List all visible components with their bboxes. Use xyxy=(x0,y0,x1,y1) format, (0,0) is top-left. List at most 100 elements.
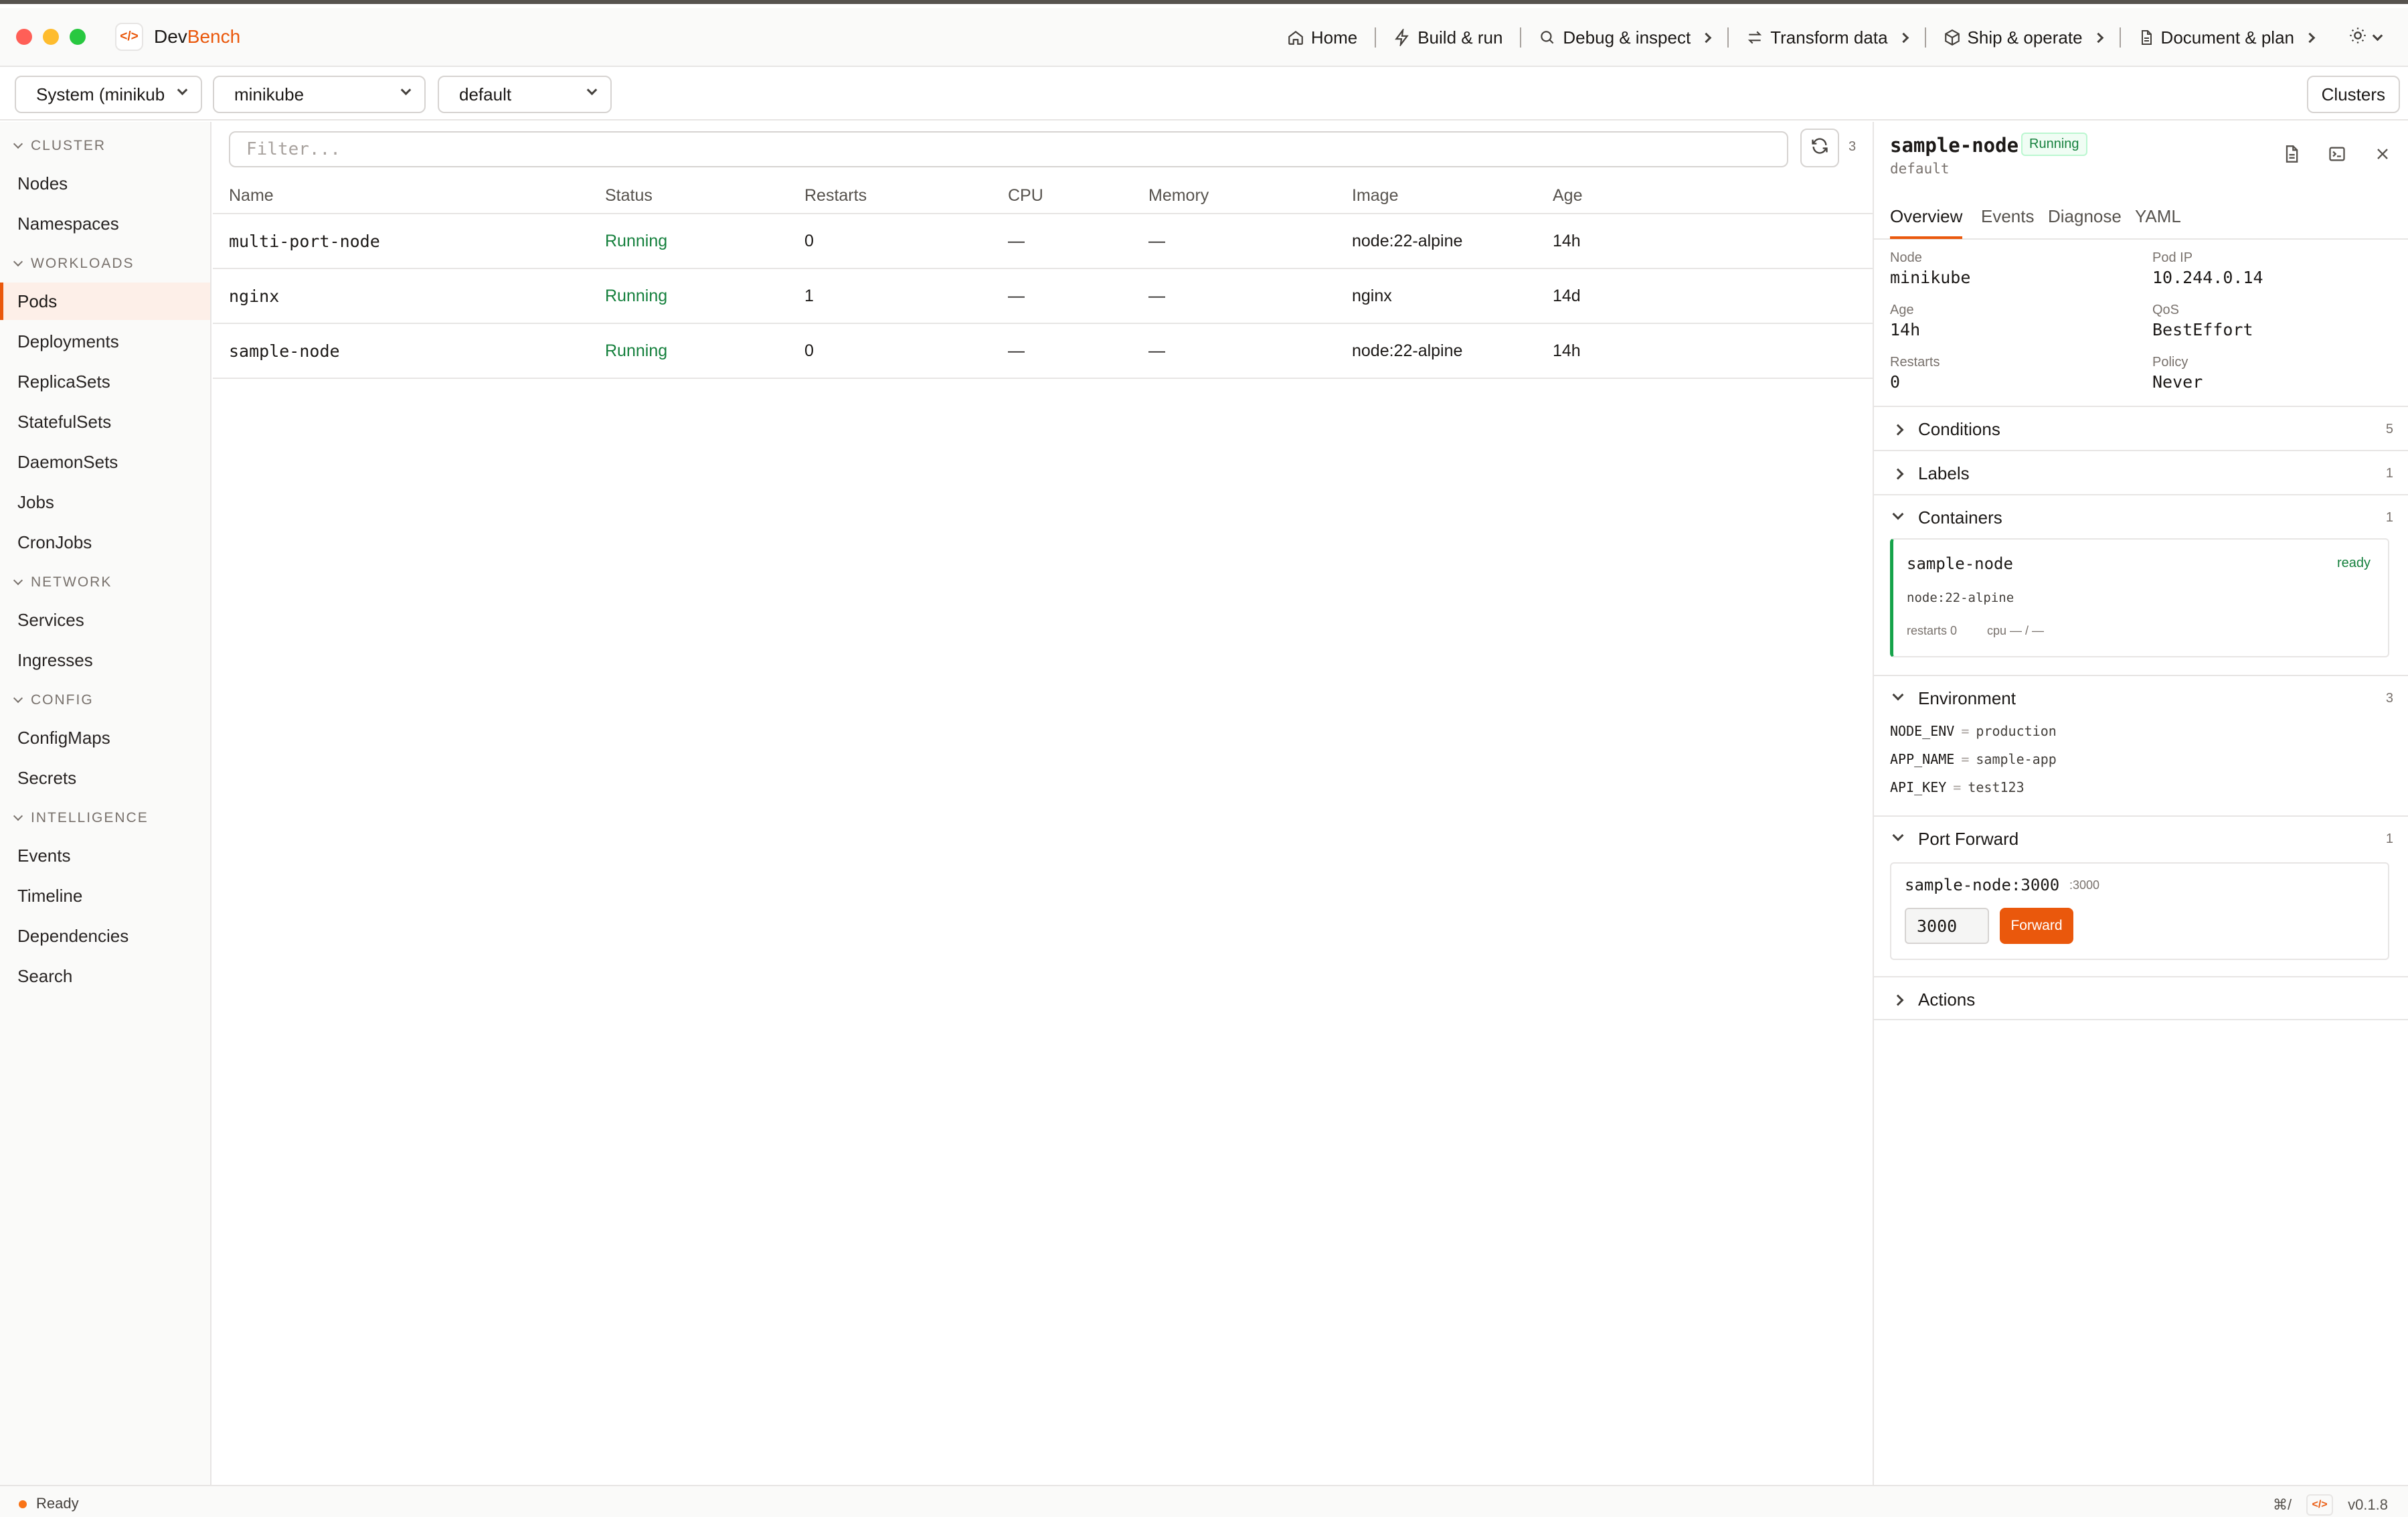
maximize-window-button[interactable] xyxy=(70,29,86,45)
terminal-icon[interactable] xyxy=(2328,145,2346,168)
tab-events[interactable]: Events xyxy=(1981,206,2035,236)
nav-build-run[interactable]: Build & run xyxy=(1376,8,1520,67)
column-header-age[interactable]: Age xyxy=(1553,186,1582,206)
field-restarts: 0 xyxy=(1890,372,1901,392)
title-bar: </> DevBench Home Build & run Debug & in… xyxy=(0,8,2408,67)
nav-home[interactable]: Home xyxy=(1270,8,1375,67)
logs-icon[interactable] xyxy=(2282,145,2301,168)
document-icon xyxy=(2138,29,2154,46)
sidebar-section-network[interactable]: NETWORK xyxy=(13,574,112,590)
sidebar-item-statefulsets[interactable]: StatefulSets xyxy=(0,403,210,441)
home-icon xyxy=(1287,29,1304,46)
section-port-forward[interactable]: Port Forward 1 xyxy=(1874,815,2408,860)
section-actions[interactable]: Actions xyxy=(1874,976,2408,1020)
column-header-memory[interactable]: Memory xyxy=(1148,186,1209,206)
nav-ship-operate[interactable]: Ship & operate xyxy=(1926,8,2120,67)
nav-document-plan-label: Document & plan xyxy=(2160,27,2294,48)
tab-yaml[interactable]: YAML xyxy=(2135,206,2181,236)
sidebar-item-daemonsets[interactable]: DaemonSets xyxy=(0,443,210,481)
sidebar-section-cluster[interactable]: CLUSTER xyxy=(13,138,106,154)
pod-image: nginx xyxy=(1352,287,1392,305)
column-header-restarts[interactable]: Restarts xyxy=(804,186,867,206)
section-environment[interactable]: Environment 3 xyxy=(1874,675,2408,719)
sidebar-item-configmaps[interactable]: ConfigMaps xyxy=(0,719,210,756)
nav-home-label: Home xyxy=(1310,27,1358,48)
section-count: 3 xyxy=(2385,691,2393,706)
sidebar-item-cronjobs[interactable]: CronJobs xyxy=(0,524,210,561)
search-icon xyxy=(1539,29,1556,46)
tab-diagnose[interactable]: Diagnose xyxy=(2048,206,2122,236)
field-label-policy: Policy xyxy=(2152,355,2188,370)
sidebar-item-nodes[interactable]: Nodes xyxy=(0,165,210,202)
chevron-right-icon xyxy=(1892,468,1904,480)
field-node: minikube xyxy=(1890,268,1971,287)
field-label-age: Age xyxy=(1890,303,1914,317)
section-count: 1 xyxy=(2385,831,2393,846)
sidebar-item-services[interactable]: Services xyxy=(0,601,210,639)
pods-list: Filter... 3 Name Status Restarts CPU Mem… xyxy=(213,122,1873,1485)
port-forward-card: sample-node:3000 :3000 3000 Forward xyxy=(1890,862,2389,960)
field-label-node: Node xyxy=(1890,250,1922,265)
sidebar-section-intelligence[interactable]: INTELLIGENCE xyxy=(13,810,149,826)
env-value: test123 xyxy=(1968,779,2025,795)
sidebar-item-pods[interactable]: Pods xyxy=(0,283,210,320)
sidebar-item-namespaces[interactable]: Namespaces xyxy=(0,205,210,242)
minimize-window-button[interactable] xyxy=(43,29,59,45)
sidebar-section-title: INTELLIGENCE xyxy=(31,810,149,825)
app-logo-icon[interactable]: </> xyxy=(2306,1494,2334,1516)
nav-document-plan[interactable]: Document & plan xyxy=(2121,8,2331,67)
chevron-down-icon xyxy=(13,811,23,821)
tab-overview[interactable]: Overview xyxy=(1890,206,1963,239)
env-var: APP_NAME = sample-app xyxy=(1890,751,2057,767)
forward-button[interactable]: Forward xyxy=(2000,908,2073,944)
sidebar-section-config[interactable]: CONFIG xyxy=(13,692,94,708)
section-title: Port Forward xyxy=(1918,829,2019,849)
nav-debug-inspect-label: Debug & inspect xyxy=(1563,27,1691,48)
sidebar-section-workloads[interactable]: WORKLOADS xyxy=(13,256,135,272)
section-containers[interactable]: Containers 1 xyxy=(1874,494,2408,538)
table-row[interactable]: sample-node Running 0 — — node:22-alpine… xyxy=(213,324,1873,379)
clusters-button[interactable]: Clusters xyxy=(2306,76,2400,113)
pod-restarts: 0 xyxy=(804,341,814,360)
pod-name: nginx xyxy=(229,287,280,306)
chevron-down-icon xyxy=(1892,689,1904,701)
sidebar-item-search[interactable]: Search xyxy=(0,957,210,995)
command-shortcut[interactable]: ⌘/ xyxy=(2273,1496,2292,1514)
section-conditions[interactable]: Conditions 5 xyxy=(1874,406,2408,450)
theme-toggle[interactable] xyxy=(2331,8,2383,67)
pod-cpu: — xyxy=(1008,287,1025,305)
pod-age: 14h xyxy=(1553,232,1581,250)
sidebar-item-secrets[interactable]: Secrets xyxy=(0,759,210,797)
sidebar-item-jobs[interactable]: Jobs xyxy=(0,483,210,521)
column-header-status[interactable]: Status xyxy=(605,186,653,206)
column-header-cpu[interactable]: CPU xyxy=(1008,186,1043,206)
context-select[interactable]: System (minikub xyxy=(15,76,202,113)
local-port-input[interactable]: 3000 xyxy=(1905,908,1989,944)
refresh-button[interactable] xyxy=(1800,129,1839,167)
nav-debug-inspect[interactable]: Debug & inspect xyxy=(1521,8,1727,67)
chevron-down-icon xyxy=(177,84,188,96)
chevron-down-icon xyxy=(2372,30,2383,41)
field-label-podip: Pod IP xyxy=(2152,250,2193,265)
namespace-select[interactable]: default xyxy=(438,76,612,113)
cluster-select[interactable]: minikube xyxy=(213,76,426,113)
sidebar-item-events[interactable]: Events xyxy=(0,837,210,874)
sidebar-item-dependencies[interactable]: Dependencies xyxy=(0,917,210,955)
sidebar-item-replicasets[interactable]: ReplicaSets xyxy=(0,363,210,400)
sidebar-item-timeline[interactable]: Timeline xyxy=(0,877,210,914)
status-dot-icon xyxy=(19,1500,27,1508)
table-row[interactable]: multi-port-node Running 0 — — node:22-al… xyxy=(213,214,1873,269)
filter-input[interactable]: Filter... xyxy=(229,131,1788,167)
sidebar-item-ingresses[interactable]: Ingresses xyxy=(0,641,210,679)
app-brand: DevBench xyxy=(154,26,240,48)
table-row[interactable]: nginx Running 1 — — nginx 14d xyxy=(213,269,1873,324)
chevron-right-icon xyxy=(1701,32,1712,43)
close-icon[interactable] xyxy=(2373,145,2392,168)
section-labels[interactable]: Labels 1 xyxy=(1874,450,2408,494)
close-window-button[interactable] xyxy=(16,29,32,45)
nav-build-run-label: Build & run xyxy=(1417,27,1503,48)
sidebar-item-deployments[interactable]: Deployments xyxy=(0,323,210,360)
nav-transform-data[interactable]: Transform data xyxy=(1729,8,1924,67)
column-header-image[interactable]: Image xyxy=(1352,186,1398,206)
column-header-name[interactable]: Name xyxy=(229,186,274,206)
